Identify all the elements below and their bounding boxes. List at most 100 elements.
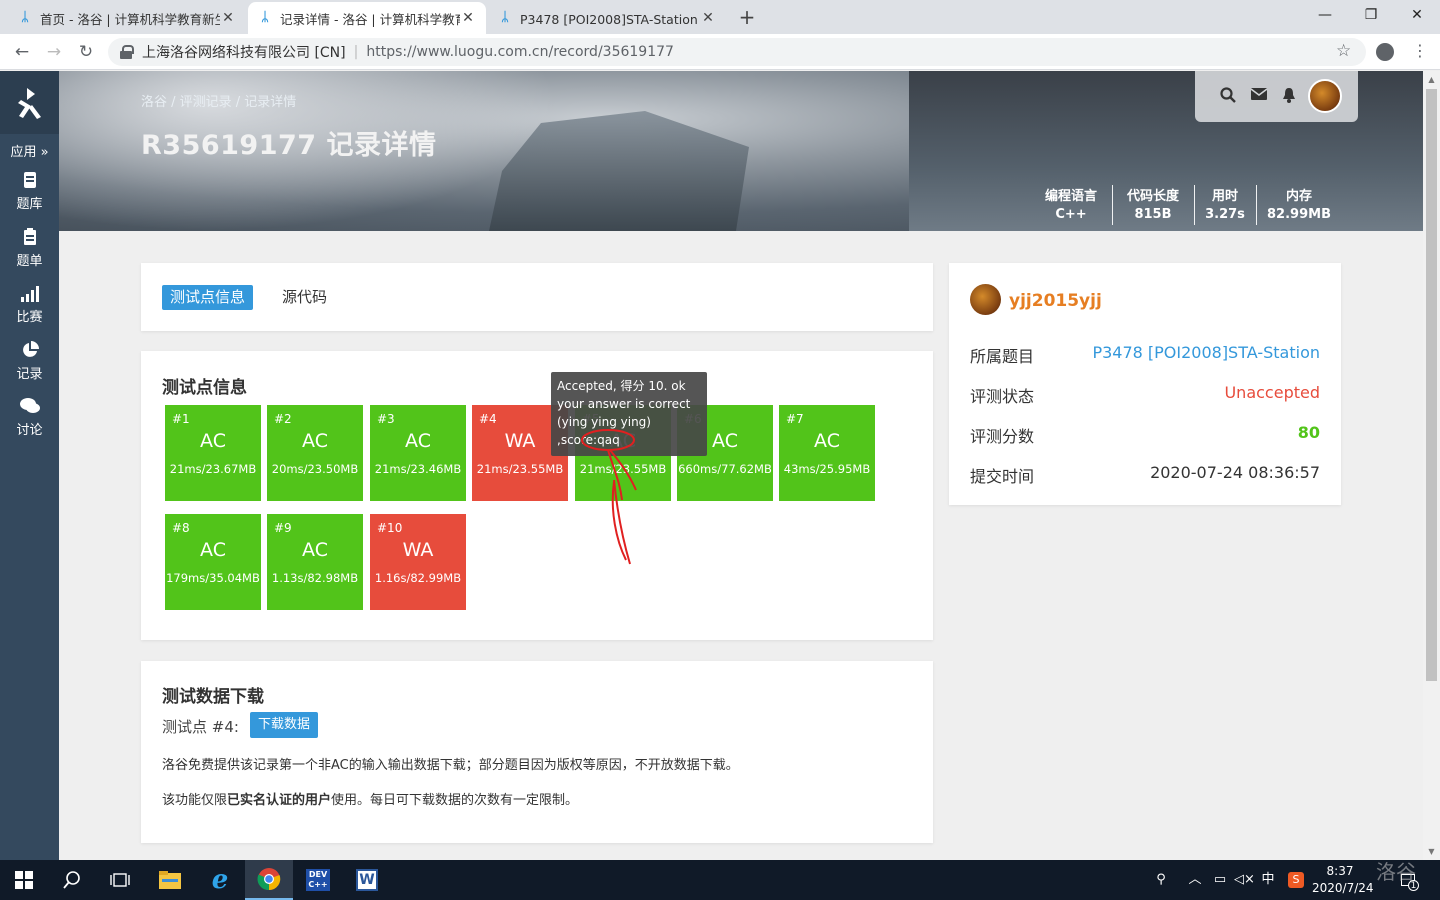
luogu-logo[interactable] [0,71,59,134]
sidebar-item-label: 题单 [16,254,43,269]
system-clock[interactable]: 8:37 2020/7/24 [1312,863,1374,897]
page-scrollbar[interactable]: ▲ ▼ [1423,71,1440,860]
testcase-9[interactable]: #9 AC 1.13s/82.98MB [267,514,363,610]
sidebar-item-label: 题库 [16,197,43,212]
dev-cpp-icon[interactable]: DEV C++ [294,860,342,900]
download-restriction-note: 该功能仅限已实名认证的用户使用。每日可下载数据的次数有一定限制。 [162,789,578,808]
apps-menu[interactable]: 应用 » [0,141,59,160]
sidebar-item-records[interactable]: 记录 [0,341,59,382]
sidebar-item-problem-lists[interactable]: 题单 [0,228,59,269]
sogou-ime-icon[interactable]: S [1284,860,1308,900]
sidebar-item-discuss[interactable]: 讨论 [0,397,59,438]
back-button[interactable]: ← [10,40,34,64]
profile-icon[interactable] [1376,43,1394,61]
minimize-button[interactable]: — [1302,0,1348,30]
internet-explorer-icon[interactable]: e [196,860,244,900]
bell-icon[interactable] [1280,87,1298,105]
tab-title: 首页 - 洛谷 | 计算机科学教育新生 [40,11,220,27]
note-text: 该功能仅限 [162,793,228,808]
stat-label: 编程语言 [1044,189,1097,204]
new-tab-button[interactable]: + [736,6,758,28]
testcase-status: AC [200,430,226,452]
file-explorer-icon[interactable] [146,860,194,900]
scroll-up-arrow-icon[interactable]: ▲ [1423,71,1440,88]
testcase-2[interactable]: #2 AC 20ms/23.50MB [267,405,363,501]
testcase-status: AC [200,539,226,561]
testcase-3[interactable]: #3 AC 21ms/23.46MB [370,405,466,501]
info-row-submit-time: 提交时间 2020-07-24 08:36:57 [970,463,1320,486]
network-icon[interactable]: ▭ [1210,860,1230,900]
testcase-number: #10 [377,521,403,535]
browser-tab-home[interactable]: ᛦ 首页 - 洛谷 | 计算机科学教育新生 ✕ [8,2,246,34]
scroll-down-arrow-icon[interactable]: ▼ [1423,843,1440,860]
close-icon[interactable]: ✕ [220,10,236,26]
testcase-status: AC [302,539,328,561]
close-icon[interactable]: ✕ [460,10,476,26]
divider [1112,185,1113,225]
testcase-1[interactable]: #1 AC 21ms/23.67MB [165,405,261,501]
info-row-score: 评测分数 80 [970,423,1320,446]
task-view-icon[interactable] [96,860,144,900]
testcase-7[interactable]: #7 AC 43ms/25.95MB [779,405,875,501]
stat-value: 82.99MB [1267,207,1331,222]
testcase-status: WA [402,539,434,561]
record-info-card: yjj2015yjj 所属题目 P3478 [POI2008]STA-Stati… [949,263,1341,505]
stat-label: 用时 [1211,189,1238,204]
username-link[interactable]: yjj2015yjj [1009,291,1102,311]
luogu-favicon-icon: ᛦ [261,10,269,25]
info-key: 评测状态 [970,387,1035,406]
sidebar-item-label: 记录 [16,367,43,382]
testcase-number: #8 [172,521,190,535]
close-icon[interactable]: ✕ [700,10,716,26]
windows-start-icon[interactable] [0,860,48,900]
stat-language: 编程语言 C++ [1035,185,1107,225]
comments-icon [19,398,40,413]
address-toolbar: ← → ↻ 上海洛谷网络科技有限公司 [CN] | https://www.lu… [0,34,1440,70]
testcase-8[interactable]: #8 AC 179ms/35.04MB [165,514,261,610]
forward-button[interactable]: → [42,40,66,64]
user-toolbar [1195,71,1358,122]
score-value: 80 [1297,423,1320,442]
scrollbar-thumb[interactable] [1426,89,1437,681]
people-icon[interactable]: ⚲ [1150,860,1172,900]
mail-icon[interactable] [1250,87,1268,105]
window-close-button[interactable]: ✕ [1394,0,1440,30]
browser-tab-problem[interactable]: ᛦ P3478 [POI2008]STA-Station - 洛谷 ✕ [488,2,726,34]
breadcrumb[interactable]: 洛谷 / 评测记录 / 记录详情 [141,91,296,110]
testcases-card: 测试点信息 #1 AC 21ms/23.67MB #2 AC 20ms/23.5… [141,351,933,640]
chrome-icon[interactable] [245,860,293,900]
stat-label: 代码长度 [1126,189,1179,204]
bookmark-star-icon[interactable]: ☆ [1336,41,1351,61]
reload-button[interactable]: ↻ [74,40,98,64]
tab-testcases[interactable]: 测试点信息 [162,285,254,310]
double-chevron-right-icon: » [40,145,49,160]
search-icon[interactable] [1219,87,1237,105]
testcase-10[interactable]: #10 WA 1.16s/82.99MB [370,514,466,610]
sidebar-item-problems[interactable]: 题库 [0,171,59,212]
chevron-up-icon[interactable]: ︿ [1186,860,1204,900]
testcase-status: AC [814,430,840,452]
sidebar-item-contests[interactable]: 比赛 [0,284,59,325]
note-text: 使用。每日可下载数据的次数有一定限制。 [331,793,579,808]
volume-muted-icon[interactable]: ◁× [1234,860,1255,900]
word-icon[interactable]: W [343,860,391,900]
testcase-resources: 21ms/23.55MB [476,462,564,476]
avatar[interactable] [970,284,1001,315]
tab-title: 记录详情 - 洛谷 | 计算机科学教育新 [280,11,460,27]
menu-kebab-icon[interactable]: ⋮ [1412,41,1428,60]
ime-indicator[interactable]: 中 [1258,860,1278,900]
tab-source-code[interactable]: 源代码 [274,285,335,310]
section-title: 测试点信息 [162,378,247,398]
omnibox[interactable]: 上海洛谷网络科技有限公司 [CN] | https://www.luogu.co… [108,38,1366,66]
problem-link[interactable]: P3478 [POI2008]STA-Station [1092,343,1320,362]
testcase-resources: 1.16s/82.99MB [374,571,462,585]
info-key: 提交时间 [970,467,1035,486]
avatar[interactable] [1308,79,1342,113]
restore-button[interactable]: ❐ [1348,0,1394,30]
testcase-status: AC [405,430,431,452]
testcase-number: #7 [786,412,804,426]
download-data-button[interactable]: 下载数据 [250,712,319,738]
browser-tab-record[interactable]: ᛦ 记录详情 - 洛谷 | 计算机科学教育新 ✕ [248,2,486,34]
search-icon[interactable] [48,860,96,900]
stat-code-length: 代码长度 815B [1117,185,1189,225]
